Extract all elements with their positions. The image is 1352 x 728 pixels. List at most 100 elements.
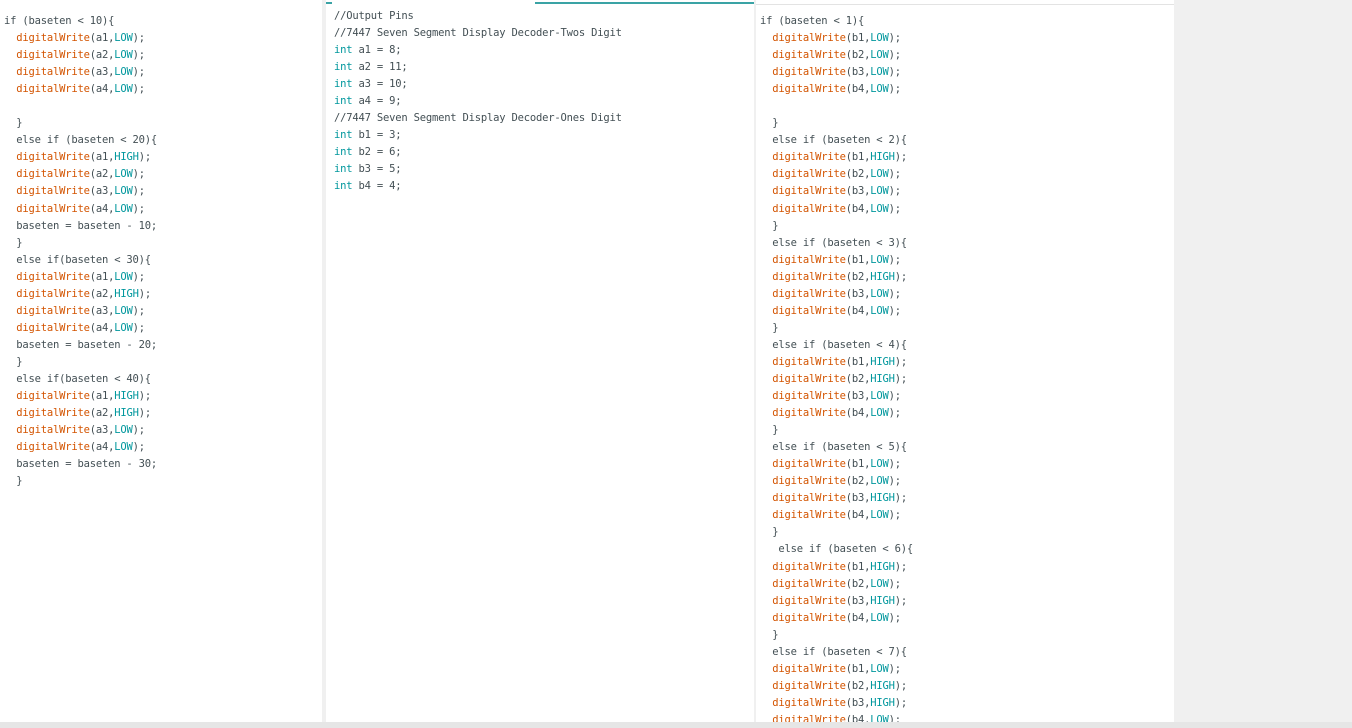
code-line[interactable]: digitalWrite(b4,LOW); <box>760 405 1174 422</box>
code-line[interactable]: digitalWrite(a2,HIGH); <box>4 405 322 422</box>
code-line[interactable]: } <box>760 422 1174 439</box>
code-line[interactable]: digitalWrite(a2,LOW); <box>4 47 322 64</box>
code-line[interactable]: } <box>4 473 322 490</box>
code-line[interactable]: else if (baseten < 3){ <box>760 235 1174 252</box>
left-editor[interactable]: if (baseten < 10){ digitalWrite(a1,LOW);… <box>0 0 322 722</box>
code-line[interactable]: digitalWrite(a4,LOW); <box>4 81 322 98</box>
code-line[interactable]: digitalWrite(b4,LOW); <box>760 201 1174 218</box>
code-line[interactable]: //7447 Seven Segment Display Decoder-One… <box>334 110 754 127</box>
code-line[interactable]: digitalWrite(b2,LOW); <box>760 47 1174 64</box>
code-line[interactable]: digitalWrite(b1,HIGH); <box>760 559 1174 576</box>
code-token: int <box>334 61 353 74</box>
code-line[interactable]: baseten = baseten - 20; <box>4 337 322 354</box>
code-token: if (baseten < 1){ <box>760 15 865 27</box>
code-line[interactable]: digitalWrite(a2,LOW); <box>4 166 322 183</box>
code-line[interactable]: digitalWrite(b4,LOW); <box>760 507 1174 524</box>
code-token: HIGH <box>870 492 895 505</box>
code-line[interactable]: } <box>760 320 1174 337</box>
code-line[interactable]: else if(baseten < 40){ <box>4 371 322 388</box>
code-line[interactable]: } <box>4 115 322 132</box>
code-line[interactable]: else if (baseten < 6){ <box>760 541 1174 558</box>
code-line[interactable]: digitalWrite(b4,LOW); <box>760 610 1174 627</box>
code-token: (b4, <box>845 713 871 722</box>
code-line[interactable]: digitalWrite(a3,LOW); <box>4 64 322 81</box>
code-line[interactable]: digitalWrite(a3,LOW); <box>4 422 322 439</box>
code-line[interactable]: digitalWrite(b2,HIGH); <box>760 371 1174 388</box>
code-line[interactable]: digitalWrite(b2,LOW); <box>760 473 1174 490</box>
code-line[interactable]: else if (baseten < 2){ <box>760 132 1174 149</box>
code-line[interactable]: if (baseten < 10){ <box>4 13 322 30</box>
code-line[interactable]: digitalWrite(b3,LOW); <box>760 388 1174 405</box>
code-line[interactable]: digitalWrite(b4,LOW); <box>760 712 1174 722</box>
right-editor[interactable]: if (baseten < 1){ digitalWrite(b1,LOW); … <box>756 0 1174 722</box>
code-line[interactable]: digitalWrite(a3,LOW); <box>4 303 322 320</box>
code-line[interactable]: digitalWrite(b1,LOW); <box>760 661 1174 678</box>
code-line[interactable]: digitalWrite(b1,LOW); <box>760 252 1174 269</box>
code-token: LOW <box>870 662 889 675</box>
code-line[interactable]: } <box>4 235 322 252</box>
code-line[interactable]: int a4 = 9; <box>334 93 754 110</box>
code-token: LOW <box>870 66 889 79</box>
code-line[interactable]: digitalWrite(a4,LOW); <box>4 320 322 337</box>
code-line[interactable]: digitalWrite(b3,LOW); <box>760 183 1174 200</box>
code-line[interactable]: int a2 = 11; <box>334 59 754 76</box>
code-line[interactable]: digitalWrite(b4,LOW); <box>760 303 1174 320</box>
code-line[interactable]: digitalWrite(a1,HIGH); <box>4 388 322 405</box>
code-line[interactable]: //Output Pins <box>334 8 754 25</box>
code-token: (b1, <box>845 458 871 471</box>
code-line[interactable]: else if(baseten < 30){ <box>4 252 322 269</box>
code-line[interactable]: } <box>760 627 1174 644</box>
code-line[interactable]: digitalWrite(b3,HIGH); <box>760 490 1174 507</box>
code-line[interactable]: digitalWrite(b3,HIGH); <box>760 593 1174 610</box>
code-line[interactable]: digitalWrite(b1,HIGH); <box>760 354 1174 371</box>
code-line[interactable]: } <box>760 524 1174 541</box>
code-line[interactable]: digitalWrite(a1,LOW); <box>4 269 322 286</box>
code-line[interactable]: int a3 = 10; <box>334 76 754 93</box>
code-line[interactable]: //7447 Seven Segment Display Decoder-Two… <box>334 25 754 42</box>
code-line[interactable]: digitalWrite(b2,LOW); <box>760 576 1174 593</box>
right-code-pane[interactable]: if (baseten < 1){ digitalWrite(b1,LOW); … <box>760 13 1174 722</box>
code-line[interactable]: digitalWrite(b3,LOW); <box>760 286 1174 303</box>
code-line[interactable]: digitalWrite(b3,HIGH); <box>760 695 1174 712</box>
code-line[interactable]: digitalWrite(a1,HIGH); <box>4 149 322 166</box>
code-line[interactable]: } <box>4 354 322 371</box>
code-line[interactable]: else if (baseten < 7){ <box>760 644 1174 661</box>
code-line[interactable]: digitalWrite(b1,HIGH); <box>760 149 1174 166</box>
code-line[interactable]: digitalWrite(b2,HIGH); <box>760 678 1174 695</box>
code-line[interactable]: digitalWrite(a3,LOW); <box>4 183 322 200</box>
code-line[interactable]: else if (baseten < 4){ <box>760 337 1174 354</box>
code-line[interactable]: digitalWrite(a4,LOW); <box>4 439 322 456</box>
bottom-scroll-region[interactable] <box>0 722 1352 728</box>
code-line[interactable]: digitalWrite(a1,LOW); <box>4 30 322 47</box>
code-line[interactable]: else if (baseten < 5){ <box>760 439 1174 456</box>
middle-editor[interactable]: //Output Pins //7447 Seven Segment Displa… <box>326 0 754 722</box>
code-line[interactable]: int b4 = 4; <box>334 178 754 195</box>
code-token: else if(baseten < 30){ <box>4 253 151 266</box>
code-line[interactable]: } <box>760 115 1174 132</box>
code-line[interactable]: int a1 = 8; <box>334 42 754 59</box>
code-line[interactable]: digitalWrite(b3,LOW); <box>760 64 1174 81</box>
code-line[interactable]: if (baseten < 1){ <box>760 13 1174 30</box>
code-line[interactable]: digitalWrite(a2,HIGH); <box>4 286 322 303</box>
code-line[interactable] <box>760 98 1174 115</box>
code-line[interactable]: int b3 = 5; <box>334 161 754 178</box>
code-line[interactable]: baseten = baseten - 10; <box>4 218 322 235</box>
code-line[interactable]: digitalWrite(b4,LOW); <box>760 81 1174 98</box>
code-line[interactable]: digitalWrite(b2,HIGH); <box>760 269 1174 286</box>
middle-code-pane[interactable]: //Output Pins //7447 Seven Segment Displa… <box>334 8 754 196</box>
code-line[interactable]: int b1 = 3; <box>334 127 754 144</box>
code-line[interactable] <box>4 98 322 115</box>
code-line[interactable]: digitalWrite(b1,LOW); <box>760 30 1174 47</box>
code-line[interactable]: } <box>760 218 1174 235</box>
code-line[interactable]: digitalWrite(b2,LOW); <box>760 166 1174 183</box>
code-line[interactable]: digitalWrite(b1,LOW); <box>760 456 1174 473</box>
code-line[interactable]: else if (baseten < 20){ <box>4 132 322 149</box>
left-code-pane[interactable]: if (baseten < 10){ digitalWrite(a1,LOW);… <box>4 13 322 490</box>
code-line[interactable]: digitalWrite(a4,LOW); <box>4 201 322 218</box>
code-token: else if (baseten < 5){ <box>760 441 907 454</box>
code-line[interactable]: baseten = baseten - 30; <box>4 456 322 473</box>
code-line[interactable]: int b2 = 6; <box>334 144 754 161</box>
